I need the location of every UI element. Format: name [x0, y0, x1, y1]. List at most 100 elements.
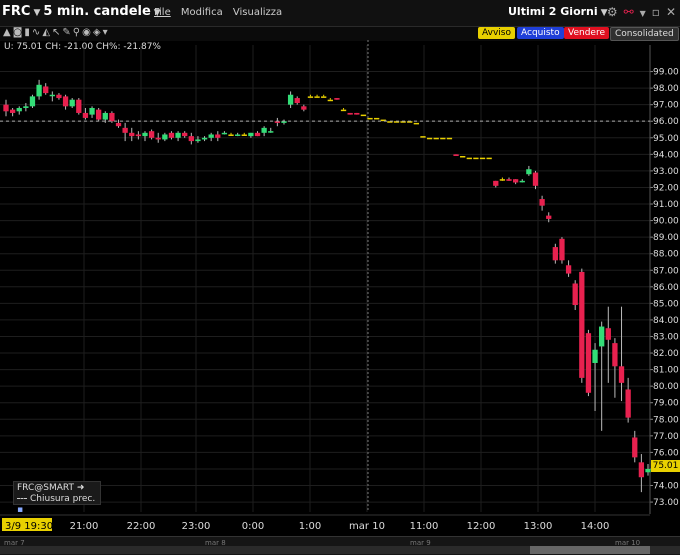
- candle-body: [182, 132, 188, 137]
- candle-body: [188, 136, 194, 142]
- candle-body: [208, 134, 214, 138]
- candle-body: [49, 94, 55, 97]
- candle-body: [261, 127, 267, 133]
- candle-body: [360, 114, 367, 117]
- candle-body: [433, 137, 439, 140]
- candle-body: [89, 107, 95, 115]
- candle-body: [532, 172, 539, 186]
- candle-body: [499, 179, 506, 181]
- candle-body: [102, 112, 108, 120]
- time-tick-label: 1:00: [299, 521, 321, 532]
- chevron-right-icon[interactable]: ➜: [77, 483, 85, 493]
- candle-body: [254, 132, 261, 137]
- candle-body: [9, 109, 16, 113]
- checkbox-icon[interactable]: ▪: [17, 505, 23, 515]
- candle-body: [552, 247, 558, 261]
- price-tick-label: 80.00: [653, 382, 679, 392]
- candle-body: [36, 84, 42, 97]
- candle-body: [162, 134, 168, 140]
- price-tick-label: 89.00: [653, 233, 679, 243]
- candle-body: [466, 157, 472, 160]
- candle-body: [645, 468, 651, 473]
- candle-body: [340, 109, 347, 112]
- dash-icon: [17, 498, 27, 499]
- price-tick-label: 73.00: [653, 498, 679, 508]
- candle-body: [460, 156, 466, 158]
- price-tick-label: 76.00: [653, 448, 679, 458]
- candles: [3, 79, 651, 493]
- candle-body: [129, 132, 135, 137]
- candle-body: [228, 134, 234, 136]
- candle-body: [62, 96, 69, 107]
- candle-body: [23, 106, 29, 108]
- legend-contract: FRC@SMART: [17, 483, 74, 493]
- candle-body: [599, 326, 605, 347]
- candle-body: [43, 86, 49, 94]
- price-tick-label: 91.00: [653, 200, 679, 210]
- candle-body: [367, 117, 373, 120]
- current-price-label: 75.01: [651, 460, 680, 472]
- time-axis: 3/9 19:30 21:00 22:00 23:00 0:00 1:00 mar 10 11…: [0, 514, 650, 532]
- price-tick-label: 95.00: [653, 134, 679, 144]
- price-tick-label: 85.00: [653, 299, 679, 309]
- price-tick-label: 79.00: [653, 399, 679, 409]
- candle-body: [287, 94, 294, 105]
- price-tick-label: 81.00: [653, 366, 679, 376]
- candle-body: [215, 134, 221, 138]
- candle-body: [486, 157, 492, 160]
- candle-body: [632, 437, 638, 458]
- price-tick-label: 99.00: [653, 68, 679, 78]
- candle-body: [82, 112, 89, 118]
- price-axis: 73.0074.0075.0076.0077.0078.0079.0080.00…: [649, 45, 679, 514]
- candle-body: [29, 96, 36, 107]
- price-tick-label: 92.00: [653, 183, 679, 193]
- time-tick-label: 3/9 19:30: [5, 521, 53, 532]
- candle-body: [638, 462, 645, 478]
- candle-body: [195, 139, 201, 142]
- candle-body: [546, 215, 552, 219]
- candle-body: [109, 112, 115, 122]
- candle-body: [201, 137, 208, 140]
- candle-body: [221, 132, 228, 135]
- candle-body: [135, 134, 142, 137]
- candle-body: [473, 157, 479, 160]
- candle-body: [115, 122, 122, 127]
- candle-body: [579, 271, 585, 378]
- time-tick-label: 23:00: [182, 521, 211, 532]
- candle-body: [506, 179, 512, 181]
- time-tick-label: 12:00: [467, 521, 496, 532]
- candle-body: [493, 180, 499, 186]
- price-tick-label: 84.00: [653, 316, 679, 326]
- candle-body: [413, 122, 419, 125]
- candle-body: [334, 98, 340, 100]
- candle-body: [426, 137, 433, 140]
- candle-body: [168, 132, 175, 138]
- time-scrollbar[interactable]: [0, 546, 680, 554]
- candle-body: [373, 117, 380, 120]
- candle-body: [16, 107, 22, 112]
- price-tick-label: 94.00: [653, 150, 679, 160]
- price-tick-label: 93.00: [653, 167, 679, 177]
- price-tick-label: 97.00: [653, 101, 679, 111]
- scrollbar-thumb[interactable]: [530, 546, 650, 554]
- candle-body: [592, 349, 598, 363]
- candle-body: [56, 94, 62, 99]
- candle-body: [347, 112, 353, 115]
- candle-body: [479, 157, 486, 160]
- candle-body: [618, 366, 625, 383]
- candle-body: [559, 238, 565, 261]
- candle-body: [585, 333, 592, 393]
- candle-body: [321, 96, 327, 98]
- price-chart[interactable]: 73.0074.0075.0076.0077.0078.0079.0080.00…: [0, 0, 680, 536]
- price-tick-label: 98.00: [653, 84, 679, 94]
- candle-body: [268, 131, 274, 133]
- candle-body: [526, 169, 532, 175]
- time-tick-label: 11:00: [410, 521, 439, 532]
- candle-body: [248, 132, 254, 137]
- price-tick-label: 88.00: [653, 250, 679, 260]
- candle-body: [446, 137, 453, 140]
- price-tick-label: 86.00: [653, 283, 679, 293]
- candle-body: [155, 137, 161, 140]
- candle-body: [519, 180, 525, 183]
- candle-body: [453, 154, 459, 157]
